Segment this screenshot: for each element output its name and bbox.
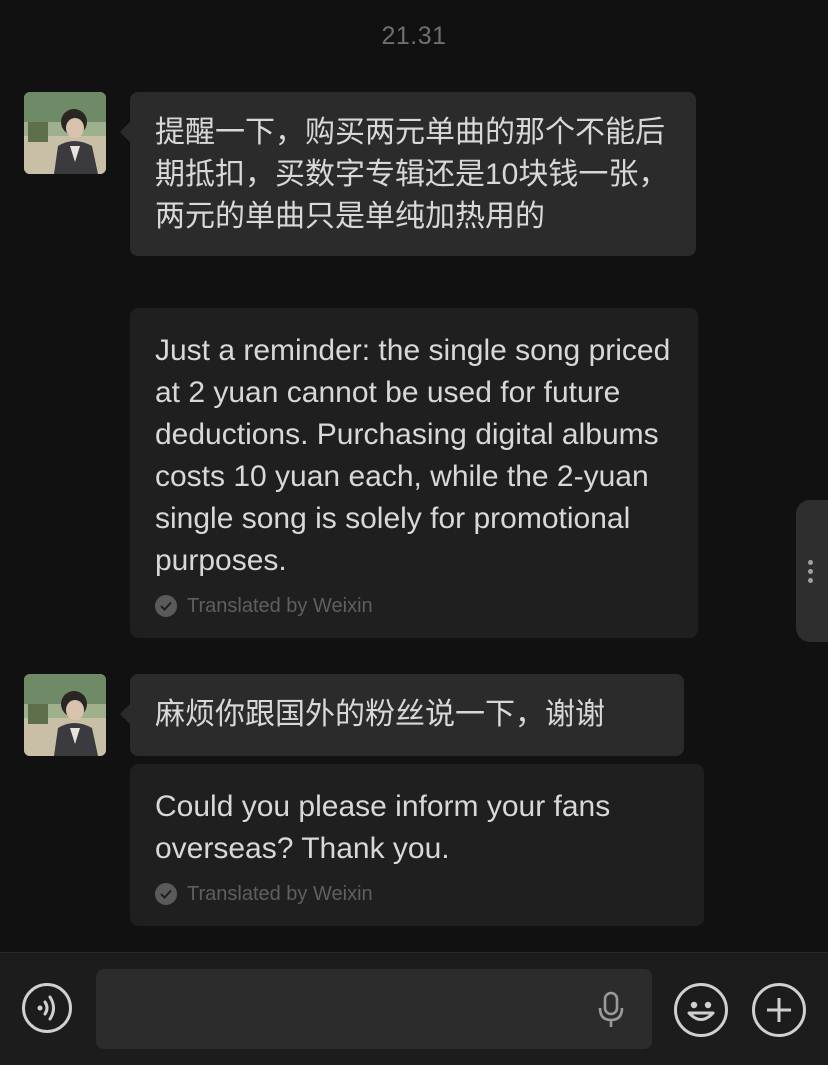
message-bubble[interactable]: 提醒一下，购买两元单曲的那个不能后期抵扣，买数字专辑还是10块钱一张，两元的单曲… [120, 92, 696, 256]
avatar-image [24, 92, 106, 174]
translated-by-text: Translated by Weixin [187, 595, 373, 617]
microphone-icon[interactable] [598, 991, 624, 1029]
avatar-image [24, 674, 106, 756]
plus-button[interactable] [752, 983, 806, 1037]
message-timestamp: 21.31 [381, 22, 447, 50]
plus-icon [767, 998, 791, 1022]
translated-by-text: Translated by Weixin [187, 883, 373, 905]
check-icon [155, 595, 177, 617]
emoji-icon [687, 1001, 715, 1021]
emoji-button[interactable] [674, 983, 728, 1037]
sender-avatar[interactable] [24, 674, 106, 756]
message-input[interactable] [96, 969, 652, 1049]
chat-input-bar [0, 952, 828, 1065]
translated-by-label: Translated by Weixin [155, 882, 680, 906]
sender-avatar[interactable] [24, 92, 106, 174]
translation-text: Just a reminder: the single song priced … [155, 334, 671, 577]
check-icon [155, 883, 177, 905]
message-text: 提醒一下，购买两元单曲的那个不能后期抵扣，买数字专辑还是10块钱一张，两元的单曲… [155, 116, 669, 233]
side-drawer-handle[interactable] [796, 500, 828, 642]
translation-text: Could you please inform your fans overse… [155, 790, 611, 865]
voice-toggle-button[interactable] [22, 983, 72, 1033]
message-text: 麻烦你跟国外的粉丝说一下，谢谢 [155, 698, 605, 731]
translation-bubble[interactable]: Could you please inform your fans overse… [130, 764, 704, 926]
translated-by-label: Translated by Weixin [155, 594, 674, 618]
translation-bubble[interactable]: Just a reminder: the single song priced … [130, 308, 698, 638]
message-bubble[interactable]: 麻烦你跟国外的粉丝说一下，谢谢 [120, 674, 684, 756]
voice-toggle-icon [37, 995, 55, 1021]
more-dots-icon [808, 559, 813, 583]
